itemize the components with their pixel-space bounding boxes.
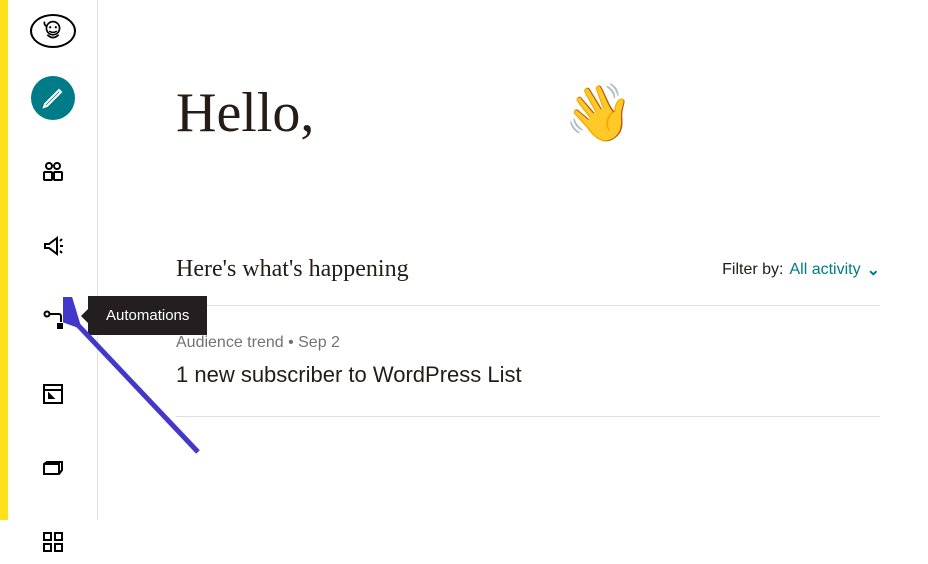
- automations-icon: [41, 308, 65, 332]
- sidebar: [8, 0, 98, 520]
- megaphone-icon: [41, 234, 65, 258]
- nav-audience[interactable]: [31, 150, 75, 194]
- greeting-text: Hello,: [176, 81, 314, 145]
- grid-icon: [41, 530, 65, 554]
- feed-title: 1 new subscriber to WordPress List: [176, 362, 880, 388]
- pencil-icon: [41, 86, 65, 110]
- feed-meta: Audience trend • Sep 2: [176, 334, 880, 352]
- nav-create[interactable]: [31, 76, 75, 120]
- monkey-icon: [38, 16, 68, 46]
- nav-tooltip: Automations: [88, 296, 207, 335]
- nav: [31, 76, 75, 564]
- nav-website[interactable]: [31, 372, 75, 416]
- wave-emoji: 👋: [564, 80, 634, 146]
- greeting: Hello, 👋: [176, 80, 880, 146]
- section-title: Here's what's happening: [176, 256, 409, 283]
- filter-label: Filter by:: [722, 261, 783, 279]
- chevron-down-icon: ⌄: [867, 260, 880, 280]
- filter-dropdown[interactable]: Filter by: All activity ⌄: [722, 260, 880, 280]
- audience-icon: [41, 160, 65, 184]
- nav-automations[interactable]: [31, 298, 75, 342]
- section-header: Here's what's happening Filter by: All a…: [176, 256, 880, 306]
- content-icon: [41, 456, 65, 480]
- filter-value: All activity: [789, 261, 860, 279]
- nav-campaigns[interactable]: [31, 224, 75, 268]
- nav-integrations[interactable]: [31, 520, 75, 564]
- feed-item[interactable]: Audience trend • Sep 2 1 new subscriber …: [176, 306, 880, 417]
- tooltip-label: Automations: [106, 307, 189, 324]
- website-icon: [41, 382, 65, 406]
- nav-content[interactable]: [31, 446, 75, 490]
- main-content: Hello, 👋 Here's what's happening Filter …: [98, 0, 928, 520]
- logo[interactable]: [30, 14, 76, 48]
- yellow-accent-bar: [0, 0, 8, 520]
